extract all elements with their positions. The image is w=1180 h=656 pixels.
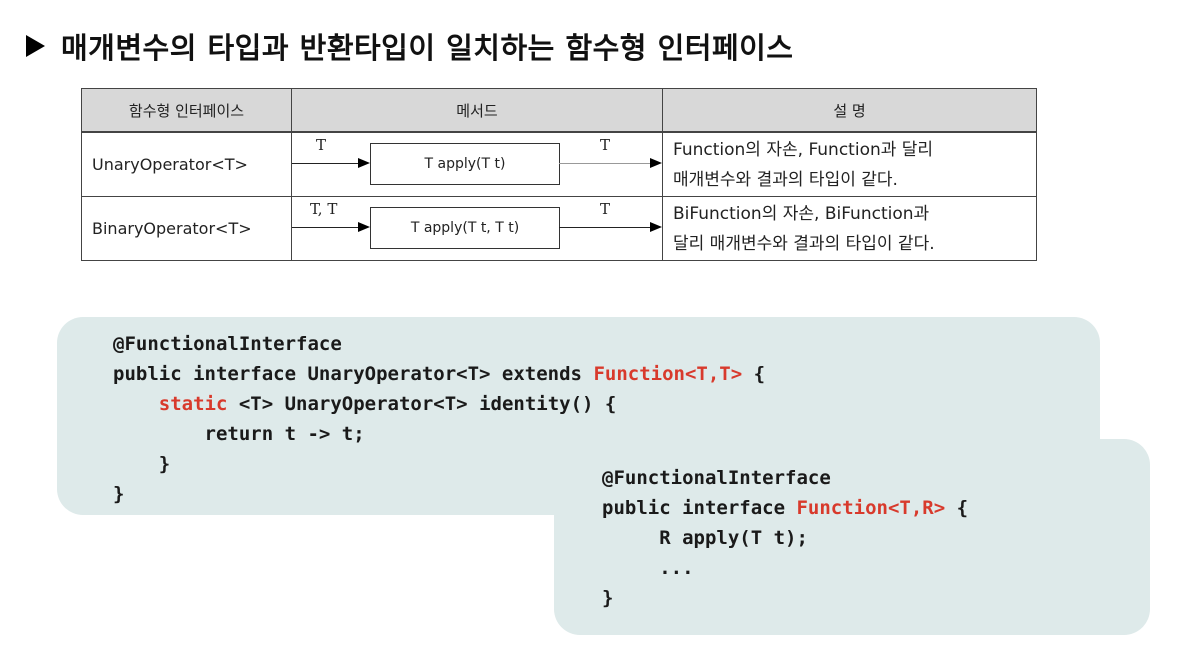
annotation: @FunctionalInterface <box>602 467 831 489</box>
output-arrow-icon <box>650 158 662 168</box>
interface-name: BinaryOperator<T> <box>81 196 292 261</box>
header-method: 메서드 <box>291 88 663 133</box>
operator-table: 함수형 인터페이스 메서드 설 명 UnaryOperator<T> T T a… <box>81 88 1037 261</box>
section-heading: 매개변수의 타입과 반환타입이 일치하는 함수형 인터페이스 <box>26 24 793 68</box>
output-line <box>559 163 650 164</box>
method-box: T apply(T t, T t) <box>370 207 560 249</box>
section-title: 매개변수의 타입과 반환타입이 일치하는 함수형 인터페이스 <box>61 31 794 65</box>
interface-name: UnaryOperator<T> <box>81 131 292 197</box>
input-arrow-icon <box>358 222 370 232</box>
header-interface: 함수형 인터페이스 <box>81 88 292 133</box>
declaration-prefix: public interface UnaryOperator<T> extend… <box>113 363 594 385</box>
description-line: BiFunction의 자손, BiFunction과 <box>673 203 930 224</box>
declaration-prefix: public interface <box>602 497 797 519</box>
declaration-suffix: { <box>945 497 969 519</box>
annotation: @FunctionalInterface <box>113 333 342 355</box>
output-arrow-icon <box>650 222 662 232</box>
static-keyword: static <box>158 393 228 415</box>
method-box: T apply(T t) <box>370 143 560 185</box>
header-description: 설 명 <box>662 88 1037 133</box>
table-header-row: 함수형 인터페이스 메서드 설 명 <box>81 88 1037 133</box>
declaration-suffix: { <box>742 363 766 385</box>
closing-brace: } <box>602 587 614 609</box>
description-line: Function의 자손, Function과 달리 <box>673 139 934 160</box>
method-diagram: T, T T apply(T t, T t) T <box>291 196 663 261</box>
input-type-label: T <box>316 136 327 154</box>
declaration-highlight: Function<T,R> <box>796 497 946 519</box>
input-type-label: T, T <box>310 200 338 218</box>
declaration-highlight: Function<T,T> <box>593 363 743 385</box>
method-diagram: T T apply(T t) T <box>291 131 663 197</box>
method-signature: T apply(T t, T t) <box>410 220 520 236</box>
method-signature: <T> UnaryOperator<T> identity() { <box>227 393 617 415</box>
output-line <box>559 227 650 228</box>
function-code-block: @FunctionalInterface public interface Fu… <box>554 439 1150 635</box>
description-line: 매개변수와 결과의 타입이 같다. <box>673 169 898 190</box>
input-line <box>292 163 358 164</box>
table-row: BinaryOperator<T> T, T T apply(T t, T t)… <box>81 196 1037 261</box>
method-body: return t -> t; <box>204 423 365 445</box>
ellipsis: ... <box>659 557 694 579</box>
output-type-label: T <box>600 200 611 218</box>
output-type-label: T <box>600 136 611 154</box>
description: Function의 자손, Function과 달리 매개변수와 결과의 타입이… <box>662 131 1037 197</box>
input-line <box>292 227 358 228</box>
closing-brace: } <box>158 453 171 475</box>
table-row: UnaryOperator<T> T T apply(T t) T Functi… <box>81 131 1037 197</box>
description-line: 달리 매개변수와 결과의 타입이 같다. <box>673 233 935 254</box>
input-arrow-icon <box>358 158 370 168</box>
method-declaration: R apply(T t); <box>659 527 808 549</box>
right-triangle-icon <box>26 35 45 57</box>
method-signature: T apply(T t) <box>424 156 506 172</box>
description: BiFunction의 자손, BiFunction과 달리 매개변수와 결과의… <box>662 196 1037 261</box>
closing-brace: } <box>113 483 125 505</box>
